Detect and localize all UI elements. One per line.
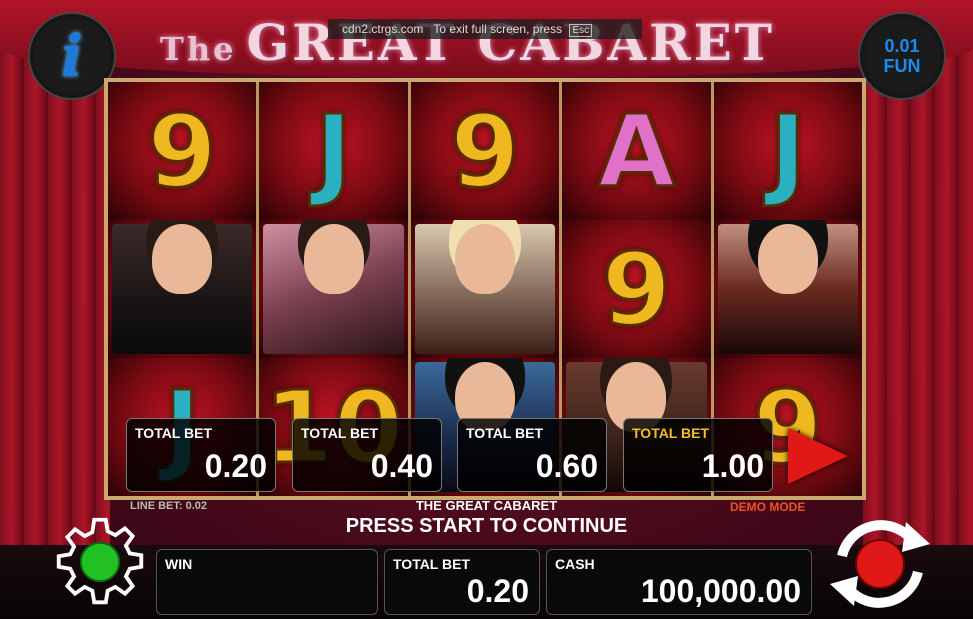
game-name: THE GREAT CABARET bbox=[415, 498, 558, 513]
cash-box: CASH 100,000.00 bbox=[546, 549, 812, 615]
bet-option-1[interactable]: TOTAL BET 0.20 bbox=[126, 418, 276, 492]
win-box: WIN bbox=[156, 549, 378, 615]
bet-option-label: TOTAL BET bbox=[301, 425, 378, 441]
bet-option-label: TOTAL BET bbox=[466, 425, 543, 441]
symbol-glyph: 9 bbox=[600, 229, 673, 349]
face bbox=[455, 224, 516, 294]
bet-option-label: TOTAL BET bbox=[632, 425, 709, 441]
demo-mode-label: DEMO MODE bbox=[730, 500, 806, 514]
symbol-glyph: J bbox=[313, 91, 353, 211]
face bbox=[152, 224, 213, 294]
total-bet-value: 0.20 bbox=[466, 573, 529, 609]
symbol-blonde-woman bbox=[410, 220, 560, 358]
coin-value-button[interactable]: 0.01 FUN bbox=[858, 12, 946, 100]
symbol-glyph: 9 bbox=[449, 91, 522, 211]
symbol-glyph: 9 bbox=[146, 91, 219, 211]
symbol-9: 9 bbox=[410, 82, 560, 220]
fullscreen-hint: To exit full screen, press bbox=[433, 22, 563, 36]
symbol-A: A bbox=[562, 82, 711, 220]
bet-option-value: 1.00 bbox=[701, 448, 764, 484]
face bbox=[303, 224, 364, 294]
fullscreen-notice: cdn2.ctrgs.com To exit full screen, pres… bbox=[328, 19, 642, 39]
total-bet-box: TOTAL BET 0.20 bbox=[384, 549, 540, 615]
bet-option-2[interactable]: TOTAL BET 0.40 bbox=[292, 418, 442, 492]
symbol-glyph: J bbox=[768, 91, 808, 211]
info-button[interactable]: i bbox=[28, 12, 116, 100]
singer-woman-portrait bbox=[263, 224, 404, 354]
blonde-woman-portrait bbox=[414, 224, 556, 354]
top-hat-woman-portrait bbox=[717, 224, 859, 354]
symbol-singer-woman bbox=[259, 220, 408, 358]
symbol-9: 9 bbox=[562, 220, 711, 358]
info-icon: i bbox=[60, 22, 84, 90]
symbol-pianist-man bbox=[108, 220, 257, 358]
bet-option-label: TOTAL BET bbox=[135, 425, 212, 441]
coin-currency: FUN bbox=[883, 56, 921, 76]
bet-option-3[interactable]: TOTAL BET 0.60 bbox=[457, 418, 607, 492]
face bbox=[757, 224, 818, 294]
coin-value: 0.01 bbox=[884, 36, 920, 56]
settings-gear-icon[interactable] bbox=[52, 514, 148, 610]
bet-option-4[interactable]: TOTAL BET 1.00 bbox=[623, 418, 773, 492]
spin-arrows-icon[interactable] bbox=[820, 514, 940, 614]
bet-option-value: 0.60 bbox=[535, 448, 598, 484]
play-triangle-icon[interactable] bbox=[788, 428, 848, 484]
cash-value: 100,000.00 bbox=[640, 573, 801, 609]
symbol-glyph: A bbox=[596, 91, 676, 211]
fullscreen-domain: cdn2.ctrgs.com bbox=[342, 22, 424, 36]
symbol-top-hat-woman bbox=[713, 220, 863, 358]
logo-prefix: The bbox=[160, 30, 237, 68]
pianist-man-portrait bbox=[112, 224, 253, 354]
bet-option-value: 0.20 bbox=[204, 448, 267, 484]
total-bet-label: TOTAL BET bbox=[393, 556, 470, 572]
esc-key: Esc bbox=[569, 24, 593, 37]
bet-option-value: 0.40 bbox=[370, 448, 433, 484]
symbol-J: J bbox=[713, 82, 863, 220]
win-label: WIN bbox=[165, 556, 193, 572]
cash-label: CASH bbox=[555, 556, 595, 572]
symbol-9: 9 bbox=[108, 82, 257, 220]
symbol-J: J bbox=[259, 82, 408, 220]
